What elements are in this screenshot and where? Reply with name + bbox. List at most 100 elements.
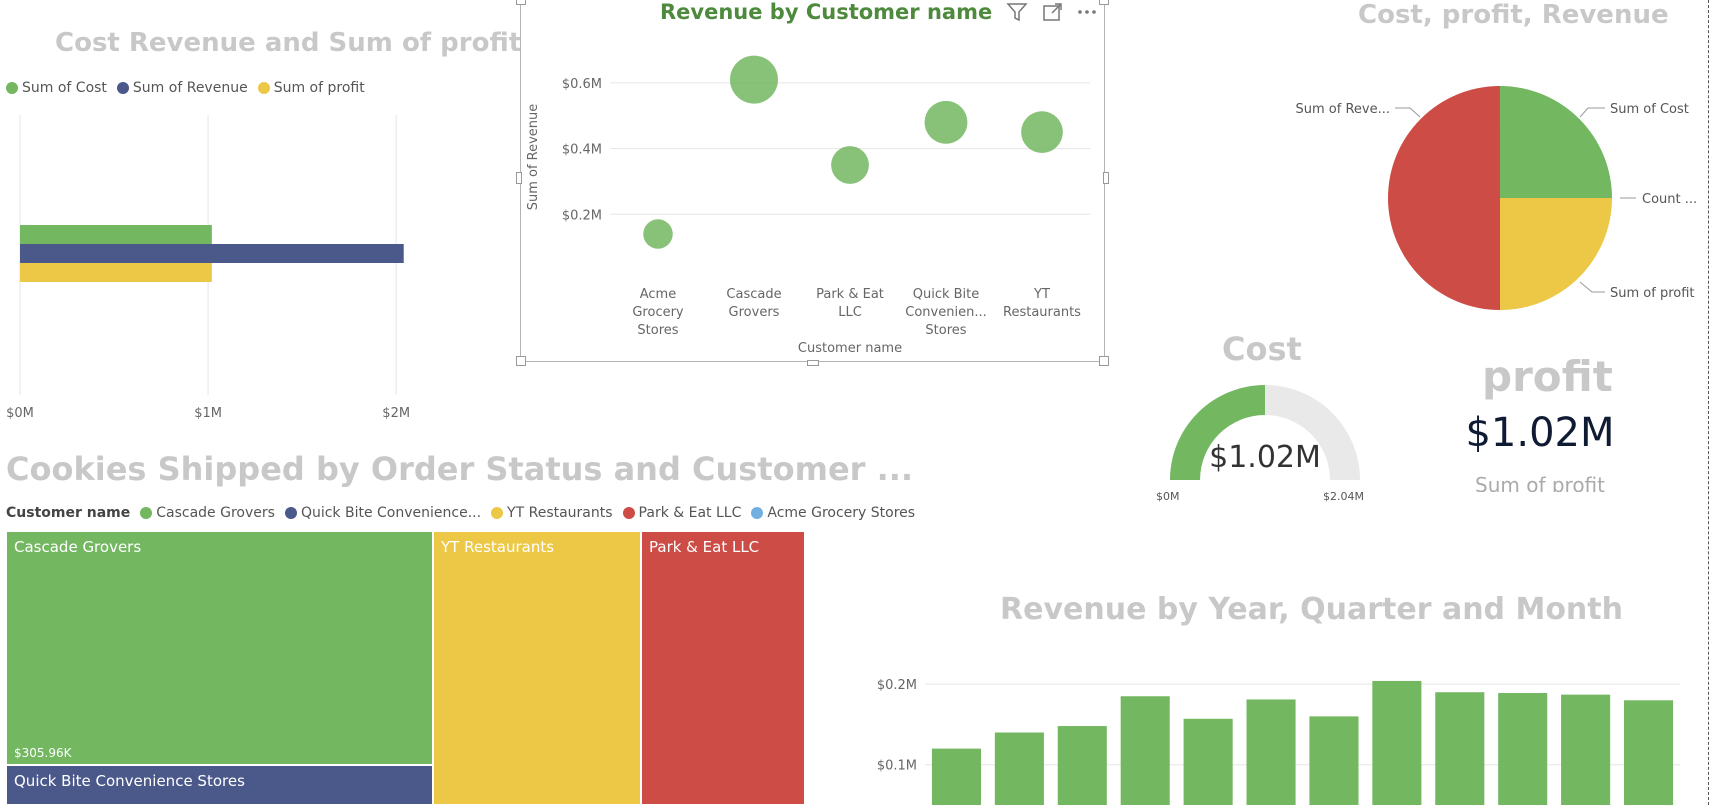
gauge-max-label: $2.04M bbox=[1323, 490, 1364, 503]
legend-item-profit[interactable]: Sum of profit bbox=[257, 80, 365, 96]
legend-dot bbox=[491, 507, 504, 519]
column-bar bbox=[1120, 696, 1170, 805]
treemap-cell-value: $305.96K bbox=[14, 746, 72, 760]
legend-dot bbox=[622, 507, 635, 519]
resize-handle[interactable] bbox=[516, 0, 526, 5]
legend-dot bbox=[140, 507, 153, 519]
y-axis-label: Sum of Revenue bbox=[526, 104, 541, 211]
card-caption: Sum of profit bbox=[1475, 473, 1605, 492]
bubble-point bbox=[643, 219, 673, 249]
legend-item-cascade[interactable]: Cascade Grovers bbox=[140, 505, 275, 521]
pie-label: Sum of Cost bbox=[1610, 102, 1689, 117]
treemap-legend: Customer name Cascade Grovers Quick Bite… bbox=[6, 505, 925, 521]
bar-sum-of-cost bbox=[20, 225, 212, 244]
treemap-legend-title: Customer name bbox=[6, 505, 131, 521]
legend-label: Cascade Grovers bbox=[156, 505, 275, 521]
legend-item-park[interactable]: Park & Eat LLC bbox=[622, 505, 742, 521]
column-bar bbox=[1183, 718, 1233, 805]
legend-item-yt[interactable]: YT Restaurants bbox=[491, 505, 613, 521]
bubble-point bbox=[730, 55, 778, 104]
treemap-cell-label: Park & Eat LLC bbox=[649, 538, 760, 556]
bar-sum-of-revenue bbox=[20, 244, 404, 263]
leader-line bbox=[1579, 281, 1605, 293]
treemap-cell-label: Quick Bite Convenience Stores bbox=[14, 772, 245, 790]
x-tick-label: Grovers bbox=[729, 305, 780, 320]
leader-line bbox=[1395, 107, 1421, 118]
x-tick-label: Stores bbox=[925, 323, 966, 338]
treemap-cell-quick-bite[interactable]: Quick Bite Convenience Stores bbox=[6, 765, 433, 805]
page-edge-divider bbox=[1708, 0, 1709, 805]
x-tick-label: $0M bbox=[6, 406, 34, 421]
legend-item-acme[interactable]: Acme Grocery Stores bbox=[751, 505, 915, 521]
column-bar bbox=[1498, 693, 1548, 805]
treemap-cell-yt[interactable]: YT Restaurants bbox=[433, 531, 641, 805]
legend-item-cost[interactable]: Sum of Cost bbox=[6, 80, 107, 96]
pie-label: Sum of profit bbox=[1610, 286, 1695, 301]
legend-dot bbox=[257, 82, 270, 94]
x-tick-label: $2M bbox=[382, 406, 410, 421]
x-tick-label: Quick Bite bbox=[913, 287, 980, 302]
legend-label: Sum of Cost bbox=[22, 80, 107, 96]
card-value: $1.02M bbox=[1465, 410, 1615, 456]
resize-handle[interactable] bbox=[1103, 172, 1109, 184]
legend-dot bbox=[751, 507, 764, 519]
pie-label: Count ... bbox=[1642, 192, 1697, 207]
legend-item-revenue[interactable]: Sum of Revenue bbox=[116, 80, 248, 96]
column-bar bbox=[1435, 692, 1485, 805]
y-tick-label: $0.6M bbox=[562, 77, 602, 92]
column-bar bbox=[1561, 694, 1611, 805]
treemap-title: Cookies Shipped by Order Status and Cust… bbox=[6, 450, 914, 488]
legend-item-quick-bite[interactable]: Quick Bite Convenience... bbox=[284, 505, 482, 521]
clustered-bar-chart: $0M $1M $2M bbox=[6, 115, 410, 421]
column-bar bbox=[1624, 700, 1674, 805]
column-bar bbox=[1309, 716, 1359, 805]
column-chart-title: Revenue by Year, Quarter and Month bbox=[1000, 592, 1623, 627]
bubble-point bbox=[1021, 111, 1063, 153]
x-tick-label: Stores bbox=[637, 323, 678, 338]
resize-handle[interactable] bbox=[1099, 0, 1109, 5]
gauge-value: $1.02M bbox=[1209, 440, 1321, 475]
legend-dot bbox=[284, 507, 297, 519]
gauge-title: Cost bbox=[1222, 330, 1302, 368]
focus-mode-icon[interactable] bbox=[1041, 1, 1063, 23]
clustered-bar-title: Cost Revenue and Sum of profit bbox=[55, 28, 522, 58]
legend-dot bbox=[116, 82, 129, 94]
bubble-chart-title: Revenue by Customer name bbox=[660, 0, 993, 24]
column-chart: $0.1M $0.2M bbox=[877, 678, 1680, 805]
legend-label: Quick Bite Convenience... bbox=[300, 505, 482, 521]
pie-slice bbox=[1387, 86, 1501, 310]
column-bar bbox=[994, 732, 1044, 805]
legend-dot bbox=[6, 82, 18, 94]
column-bar bbox=[931, 748, 981, 805]
legend-label: Acme Grocery Stores bbox=[767, 505, 916, 521]
resize-handle[interactable] bbox=[1099, 356, 1109, 366]
treemap-cell-park[interactable]: Park & Eat LLC bbox=[641, 531, 805, 805]
x-tick-label: Restaurants bbox=[1003, 305, 1081, 320]
gauge-min-label: $0M bbox=[1156, 490, 1180, 503]
filter-icon[interactable] bbox=[1006, 1, 1028, 23]
y-tick-label: $0.4M bbox=[562, 143, 602, 158]
column-bar bbox=[1372, 680, 1422, 805]
x-tick-label: Grocery bbox=[632, 305, 684, 320]
x-tick-label: Convenien... bbox=[905, 305, 986, 320]
legend-label: YT Restaurants bbox=[507, 505, 613, 521]
pie-label: Sum of Reve... bbox=[1296, 102, 1391, 117]
clustered-bar-legend: Sum of Cost Sum of Revenue Sum of profit bbox=[6, 80, 375, 96]
pie-chart: Sum of Cost Count ... Sum of profit Sum of … bbox=[1296, 86, 1697, 310]
treemap-cell-cascade[interactable]: Cascade Grovers $305.96K bbox=[6, 531, 433, 765]
x-tick-label: YT bbox=[1033, 287, 1050, 302]
legend-label: Sum of Revenue bbox=[132, 80, 248, 96]
resize-handle[interactable] bbox=[807, 360, 819, 366]
legend-label: Sum of profit bbox=[273, 80, 365, 96]
bubble-chart: $0.2M $0.4M $0.6M Sum of Revenue Acme Grocery… bbox=[526, 55, 1090, 356]
x-tick-label: Acme bbox=[640, 287, 676, 302]
card-title: profit bbox=[1482, 352, 1613, 401]
y-tick-label: $0.1M bbox=[877, 759, 917, 774]
bar-sum-of-profit bbox=[20, 263, 212, 282]
legend-label: Park & Eat LLC bbox=[638, 505, 742, 521]
y-tick-label: $0.2M bbox=[562, 208, 602, 223]
x-tick-label: $1M bbox=[194, 406, 222, 421]
column-bar bbox=[1057, 726, 1107, 805]
pie-slice bbox=[1500, 86, 1612, 198]
more-options-icon[interactable] bbox=[1076, 1, 1098, 23]
